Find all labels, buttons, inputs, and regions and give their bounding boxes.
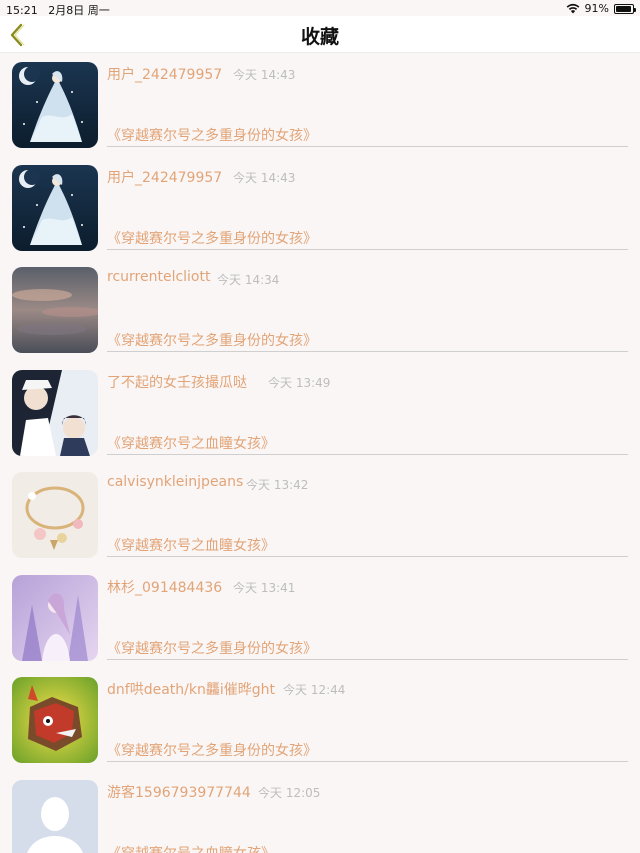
row-divider	[107, 453, 628, 455]
avatar[interactable]	[12, 574, 98, 661]
book-title-link[interactable]: 《穿越赛尔号之多重身份的女孩》	[107, 125, 317, 145]
wifi-icon	[566, 3, 579, 14]
username[interactable]: 林杉_091484436	[107, 577, 222, 597]
row-divider	[107, 658, 628, 660]
list-item[interactable]: rcurrentelcliott 今天 14:34 《穿越赛尔号之多重身份的女孩》	[0, 258, 640, 361]
username[interactable]: dnf哄death/kn龘i催晔ght	[107, 679, 275, 699]
row-divider	[107, 146, 628, 147]
book-title-link[interactable]: 《穿越赛尔号之多重身份的女孩》	[107, 638, 317, 658]
timestamp: 今天 12:44	[283, 683, 346, 697]
timestamp: 今天 13:41	[233, 580, 296, 595]
nav-bar: 收藏	[0, 16, 640, 53]
avatar[interactable]	[12, 369, 98, 456]
list-item[interactable]: calvisynkleinjpeans 今天 13:42 《穿越赛尔号之血瞳女孩》	[0, 463, 640, 566]
status-bar: 15:21 2月8日 周一 91%	[0, 0, 640, 17]
battery-icon	[614, 3, 636, 14]
row-divider	[107, 248, 628, 250]
book-title-link[interactable]: 《穿越赛尔号之多重身份的女孩》	[107, 228, 317, 248]
avatar[interactable]	[12, 267, 98, 353]
row-divider	[107, 556, 628, 557]
avatar[interactable]	[12, 62, 98, 148]
row-divider	[107, 351, 628, 352]
favorites-list: 用户_242479957 今天 14:43 《穿越赛尔号之多重身份的女孩》 用户_2…	[0, 53, 640, 853]
page-title: 收藏	[300, 26, 339, 48]
username[interactable]: 了不起的女壬孩撮瓜哒	[107, 372, 247, 392]
book-title-link[interactable]: 《穿越赛尔号之血瞳女孩》	[107, 535, 275, 555]
list-item[interactable]: 用户_242479957 今天 14:43 《穿越赛尔号之多重身份的女孩》	[0, 156, 640, 259]
timestamp: 今天 13:42	[246, 478, 309, 492]
list-item[interactable]: 林杉_091484436 今天 13:41 《穿越赛尔号之多重身份的女孩》	[0, 566, 640, 669]
avatar[interactable]	[12, 472, 98, 558]
book-title-link[interactable]: 《穿越赛尔号之血瞳女孩》	[107, 433, 275, 453]
list-item[interactable]: dnf哄death/kn龘i催晔ght 今天 12:44 《穿越赛尔号之多重身份的女…	[0, 668, 640, 771]
timestamp: 今天 14:34	[217, 273, 280, 287]
list-item[interactable]: 了不起的女壬孩撮瓜哒 今天 13:49 《穿越赛尔号之血瞳女孩》	[0, 361, 640, 464]
username[interactable]: rcurrentelcliott	[107, 269, 210, 285]
timestamp: 今天 12:05	[258, 785, 321, 800]
username[interactable]: 用户_242479957	[107, 167, 222, 187]
avatar[interactable]	[12, 677, 98, 763]
username[interactable]: calvisynkleinjpeans	[107, 474, 243, 490]
username[interactable]: 游客1596793977744	[107, 782, 251, 802]
book-title-link[interactable]: 《穿越赛尔号之多重身份的女孩》	[107, 740, 317, 760]
timestamp: 今天 14:43	[233, 68, 296, 82]
timestamp: 今天 14:43	[233, 170, 296, 185]
list-item[interactable]: 游客1596793977744 今天 12:05 《穿越赛尔号之血瞳女孩》	[0, 771, 640, 853]
row-divider	[107, 761, 628, 762]
battery-percent: 91%	[584, 2, 609, 15]
book-title-link[interactable]: 《穿越赛尔号之多重身份的女孩》	[107, 330, 317, 350]
status-right: 91%	[566, 2, 636, 15]
list-item[interactable]: 用户_242479957 今天 14:43 《穿越赛尔号之多重身份的女孩》	[0, 53, 640, 156]
book-title-link[interactable]: 《穿越赛尔号之血瞳女孩》	[107, 843, 275, 853]
battery-fill	[616, 5, 631, 12]
avatar[interactable]	[12, 779, 98, 853]
timestamp: 今天 13:49	[268, 375, 331, 390]
username[interactable]: 用户_242479957	[107, 64, 222, 84]
avatar[interactable]	[12, 164, 98, 251]
